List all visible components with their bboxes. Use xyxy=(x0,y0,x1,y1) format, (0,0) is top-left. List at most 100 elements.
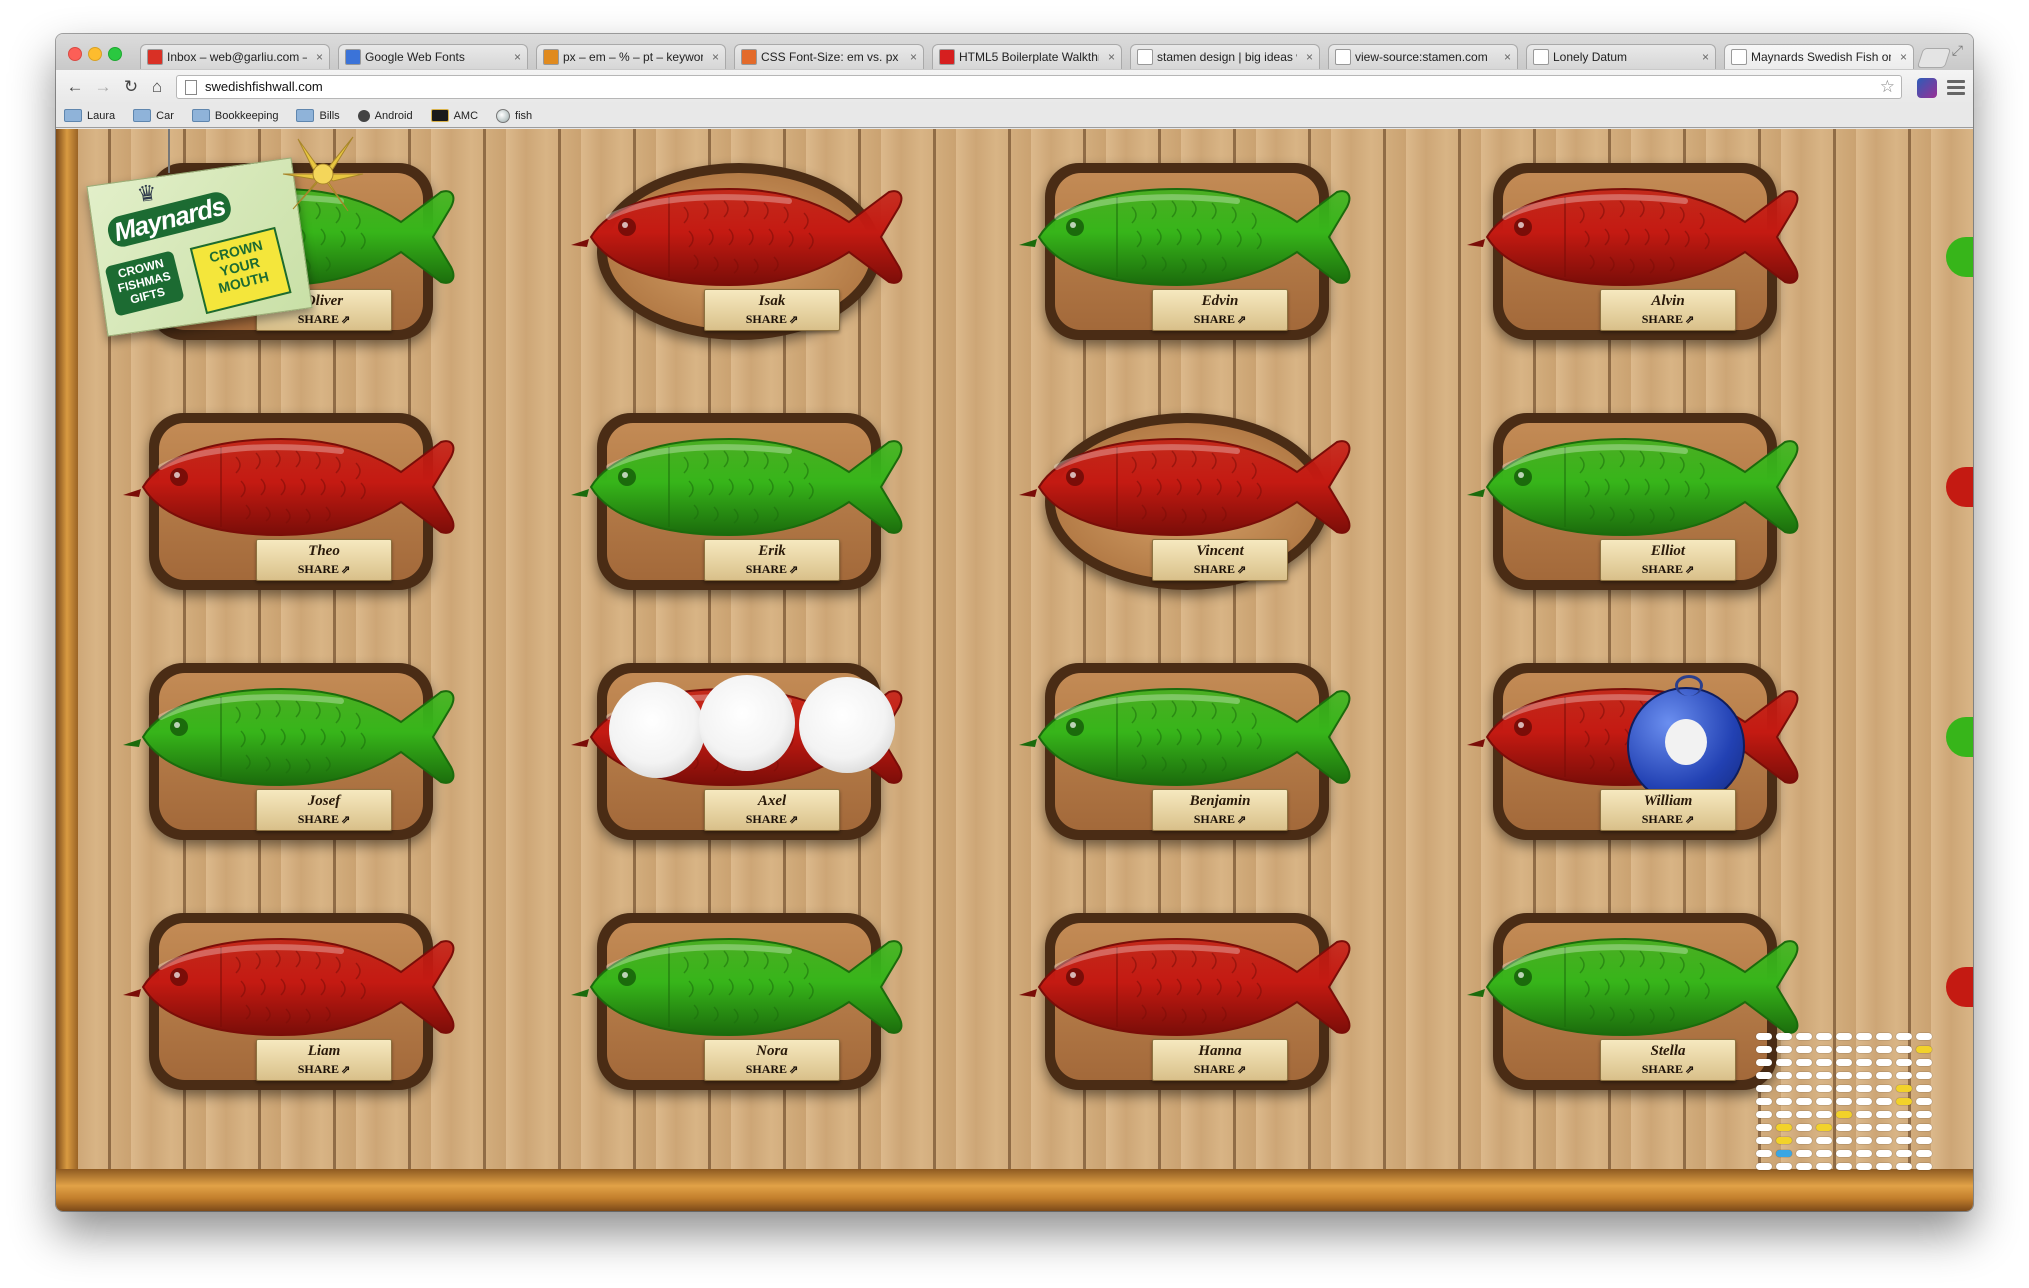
minimap-cell[interactable] xyxy=(1856,1150,1872,1157)
browser-tab[interactable]: Google Web Fonts × xyxy=(338,44,528,69)
green-swedish-fish[interactable] xyxy=(569,917,909,1057)
browser-tab[interactable]: Lonely Datum × xyxy=(1526,44,1716,69)
share-button[interactable]: SHARE ⇗ xyxy=(298,1062,351,1077)
green-swedish-fish[interactable] xyxy=(1465,917,1805,1057)
minimap-cell[interactable] xyxy=(1836,1046,1852,1053)
share-button[interactable]: SHARE ⇗ xyxy=(1194,812,1247,827)
browser-tab[interactable]: px – em – % – pt – keyword × xyxy=(536,44,726,69)
tab-close-icon[interactable]: × xyxy=(316,50,323,64)
minimap-cell[interactable] xyxy=(1756,1124,1772,1131)
minimap-cell[interactable] xyxy=(1836,1072,1852,1079)
minimap-cell[interactable] xyxy=(1776,1163,1792,1170)
minimap-cell[interactable] xyxy=(1876,1059,1892,1066)
minimap-cell[interactable] xyxy=(1756,1033,1772,1040)
minimap-cell[interactable] xyxy=(1896,1085,1912,1092)
fish-plaque[interactable]: Nora SHARE ⇗ xyxy=(569,907,909,1090)
window-close-button[interactable] xyxy=(68,47,82,61)
red-swedish-fish[interactable] xyxy=(1465,167,1805,307)
wall-minimap[interactable] xyxy=(1756,1033,1956,1193)
minimap-cell[interactable] xyxy=(1816,1059,1832,1066)
browser-tab[interactable]: Maynards Swedish Fish on a × xyxy=(1724,44,1914,69)
crown-fishmas-gifts-badge[interactable]: CROWN FISHMAS GIFTS xyxy=(104,250,185,317)
red-swedish-fish[interactable] xyxy=(569,167,909,307)
minimap-cell[interactable] xyxy=(1816,1046,1832,1053)
reload-button[interactable]: ↻ xyxy=(120,76,142,98)
minimap-cell[interactable] xyxy=(1856,1137,1872,1144)
minimap-cell[interactable] xyxy=(1896,1124,1912,1131)
minimap-cell[interactable] xyxy=(1816,1150,1832,1157)
minimap-cell[interactable] xyxy=(1856,1033,1872,1040)
minimap-cell[interactable] xyxy=(1896,1059,1912,1066)
bookmark-star-icon[interactable]: ☆ xyxy=(1880,77,1895,97)
minimap-cell[interactable] xyxy=(1896,1072,1912,1079)
share-button[interactable]: SHARE ⇗ xyxy=(1642,312,1695,327)
fish-plaque[interactable]: Edvin SHARE ⇗ xyxy=(1017,157,1357,340)
minimap-cell[interactable] xyxy=(1876,1072,1892,1079)
minimap-cell[interactable] xyxy=(1796,1098,1812,1105)
browser-tab[interactable]: HTML5 Boilerplate Walkthro × xyxy=(932,44,1122,69)
minimap-cell[interactable] xyxy=(1876,1046,1892,1053)
minimap-cell[interactable] xyxy=(1836,1085,1852,1092)
minimap-cell[interactable] xyxy=(1756,1072,1772,1079)
minimap-cell[interactable] xyxy=(1856,1124,1872,1131)
forward-button[interactable]: → xyxy=(92,76,114,98)
minimap-cell[interactable] xyxy=(1816,1111,1832,1118)
minimap-cell[interactable] xyxy=(1876,1111,1892,1118)
minimap-cell[interactable] xyxy=(1856,1072,1872,1079)
tab-close-icon[interactable]: × xyxy=(1900,50,1907,64)
minimap-cell[interactable] xyxy=(1756,1098,1772,1105)
share-button[interactable]: SHARE ⇗ xyxy=(1642,1062,1695,1077)
extension-icon[interactable] xyxy=(1917,78,1937,98)
minimap-cell[interactable] xyxy=(1836,1137,1852,1144)
minimap-cell[interactable] xyxy=(1836,1098,1852,1105)
green-swedish-fish[interactable] xyxy=(1017,167,1357,307)
minimap-cell[interactable] xyxy=(1816,1085,1832,1092)
minimap-cell[interactable] xyxy=(1876,1085,1892,1092)
browser-tab[interactable]: CSS Font-Size: em vs. px vs × xyxy=(734,44,924,69)
minimap-cell[interactable] xyxy=(1816,1124,1832,1131)
minimap-cell[interactable] xyxy=(1916,1059,1932,1066)
fullscreen-icon[interactable]: ⤢ xyxy=(1952,42,1963,59)
red-swedish-fish[interactable] xyxy=(121,917,461,1057)
fish-plaque[interactable]: Stella SHARE ⇗ xyxy=(1465,907,1805,1090)
share-button[interactable]: SHARE ⇗ xyxy=(746,312,799,327)
minimap-cell[interactable] xyxy=(1876,1124,1892,1131)
minimap-cell[interactable] xyxy=(1836,1124,1852,1131)
url-text[interactable]: swedishfishwall.com xyxy=(205,79,323,94)
crown-your-mouth-badge[interactable]: CROWN YOUR MOUTH xyxy=(189,226,292,315)
red-swedish-fish[interactable] xyxy=(1017,917,1357,1057)
minimap-cell[interactable] xyxy=(1776,1085,1792,1092)
minimap-cell[interactable] xyxy=(1776,1072,1792,1079)
green-swedish-fish[interactable] xyxy=(1017,667,1357,807)
green-swedish-fish[interactable] xyxy=(121,667,461,807)
minimap-cell[interactable] xyxy=(1916,1098,1932,1105)
share-button[interactable]: SHARE ⇗ xyxy=(1642,812,1695,827)
minimap-cell[interactable] xyxy=(1916,1085,1932,1092)
minimap-cell[interactable] xyxy=(1876,1098,1892,1105)
minimap-cell[interactable] xyxy=(1896,1033,1912,1040)
tab-close-icon[interactable]: × xyxy=(514,50,521,64)
share-button[interactable]: SHARE ⇗ xyxy=(746,812,799,827)
bookmark-item[interactable]: Bills xyxy=(296,109,340,122)
share-button[interactable]: SHARE ⇗ xyxy=(298,812,351,827)
minimap-cell[interactable] xyxy=(1856,1163,1872,1170)
tab-close-icon[interactable]: × xyxy=(1702,50,1709,64)
fish-plaque[interactable]: Erik SHARE ⇗ xyxy=(569,407,909,590)
minimap-cell[interactable] xyxy=(1896,1137,1912,1144)
fish-plaque[interactable]: Vincent SHARE ⇗ xyxy=(1017,407,1357,590)
minimap-cell[interactable] xyxy=(1796,1085,1812,1092)
minimap-cell[interactable] xyxy=(1856,1098,1872,1105)
share-button[interactable]: SHARE ⇗ xyxy=(298,562,351,577)
minimap-cell[interactable] xyxy=(1776,1137,1792,1144)
fish-plaque[interactable]: Josef SHARE ⇗ xyxy=(121,657,461,840)
window-minimize-button[interactable] xyxy=(88,47,102,61)
minimap-cell[interactable] xyxy=(1796,1150,1812,1157)
bookmark-item[interactable]: Android xyxy=(357,109,413,122)
share-button[interactable]: SHARE ⇗ xyxy=(1194,1062,1247,1077)
fish-plaque[interactable]: Hanna SHARE ⇗ xyxy=(1017,907,1357,1090)
minimap-cell[interactable] xyxy=(1916,1046,1932,1053)
minimap-cell[interactable] xyxy=(1756,1046,1772,1053)
minimap-cell[interactable] xyxy=(1836,1111,1852,1118)
fish-plaque[interactable]: Theo SHARE ⇗ xyxy=(121,407,461,590)
fish-plaque[interactable]: Liam SHARE ⇗ xyxy=(121,907,461,1090)
